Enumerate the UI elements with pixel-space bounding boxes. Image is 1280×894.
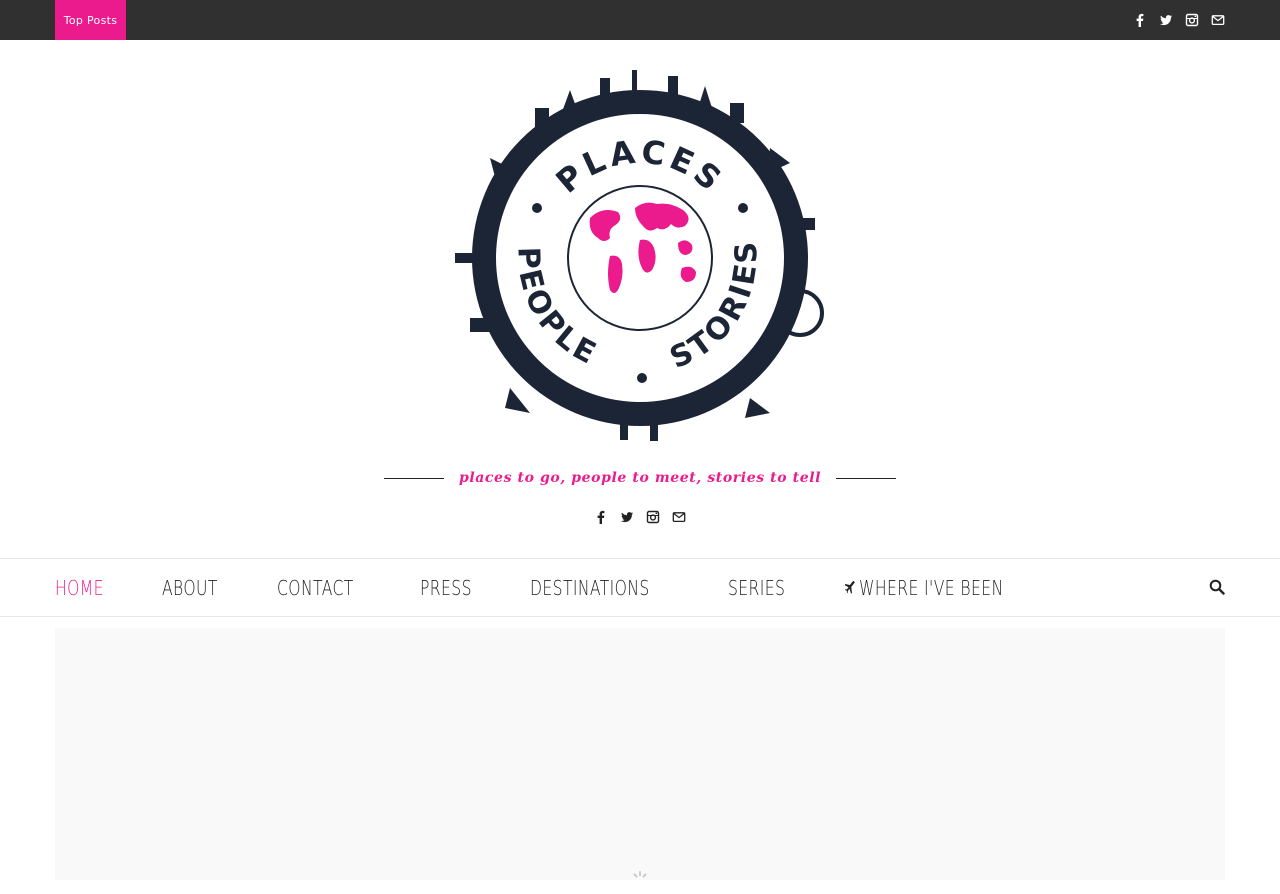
top-social-links — [1133, 0, 1225, 40]
nav-item-destinations[interactable]: DESTINATIONS — [530, 576, 650, 600]
logo-emblem: PLACES PEOPLE STORIES — [455, 70, 824, 441]
envelope-icon[interactable] — [1211, 13, 1225, 27]
instagram-icon[interactable] — [1185, 13, 1199, 27]
nav-item-press[interactable]: PRESS — [420, 576, 472, 600]
instagram-icon[interactable] — [646, 510, 660, 524]
site-logo[interactable]: PLACES PEOPLE STORIES — [450, 68, 830, 446]
main-navbar: HOME ABOUT CONTACT PRESS DESTINATIONS SE… — [0, 558, 1280, 617]
tagline-divider-right — [836, 477, 897, 479]
search-icon[interactable] — [1209, 579, 1225, 595]
nav-item-where-ive-been[interactable]: WHERE I'VE BEEN — [844, 575, 1004, 600]
twitter-icon[interactable] — [1159, 13, 1173, 27]
nav-item-home[interactable]: HOME — [55, 576, 104, 600]
nav-item-about[interactable]: ABOUT — [162, 576, 218, 600]
nav-item-where-ive-been-label: WHERE I'VE BEEN — [859, 575, 1004, 600]
tagline-row: places to go, people to meet, stories to… — [383, 466, 897, 490]
main-menu: HOME ABOUT CONTACT PRESS DESTINATIONS SE… — [55, 559, 1092, 616]
facebook-icon[interactable] — [594, 510, 608, 524]
tagline-divider-left — [383, 477, 444, 479]
top-posts-button[interactable]: Top Posts — [55, 0, 126, 40]
top-bar: Top Posts — [0, 0, 1280, 40]
header-social-links — [594, 510, 686, 524]
envelope-icon[interactable] — [672, 510, 686, 524]
facebook-icon[interactable] — [1133, 13, 1147, 27]
site-tagline: places to go, people to meet, stories to… — [458, 470, 822, 486]
nav-item-contact[interactable]: CONTACT — [277, 576, 354, 600]
twitter-icon[interactable] — [620, 510, 634, 524]
featured-slider — [55, 628, 1225, 880]
nav-item-series[interactable]: SERIES — [728, 576, 785, 600]
plane-icon — [844, 580, 856, 595]
loading-spinner-icon — [630, 870, 650, 890]
